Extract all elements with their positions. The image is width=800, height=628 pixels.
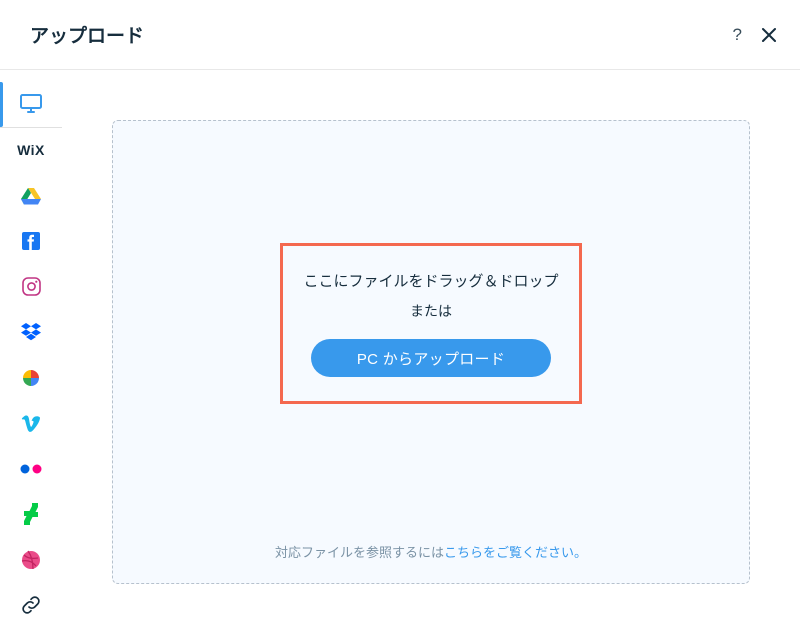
supported-files-link[interactable]: こちらをご覧ください。 — [444, 545, 587, 560]
dropbox-icon — [21, 323, 41, 341]
header-actions: ? — [733, 25, 778, 45]
sidebar-item-facebook[interactable] — [0, 219, 62, 265]
sidebar-item-google-drive[interactable] — [0, 173, 62, 219]
facebook-icon — [22, 232, 40, 250]
sidebar-item-dribbble[interactable] — [0, 537, 62, 583]
sidebar-item-vimeo[interactable] — [0, 401, 62, 447]
page-title: アップロード — [30, 21, 144, 48]
link-icon — [21, 595, 41, 615]
footer-plain-text: 対応ファイルを参照するには — [275, 545, 444, 560]
help-icon[interactable]: ? — [733, 25, 742, 45]
close-icon[interactable] — [760, 26, 778, 44]
dribbble-icon — [21, 550, 41, 570]
upload-from-pc-button[interactable]: PC からアップロード — [311, 339, 551, 377]
sidebar-item-flickr[interactable] — [0, 446, 62, 492]
upload-highlight-box: ここにファイルをドラッグ＆ドロップ または PC からアップロード — [280, 243, 582, 404]
sidebar: WiX — [0, 70, 62, 628]
sidebar-item-wix[interactable]: WiX — [0, 128, 62, 174]
drag-drop-text: ここにファイルをドラッグ＆ドロップ — [303, 270, 558, 291]
vimeo-icon — [21, 414, 41, 432]
drop-zone[interactable]: ここにファイルをドラッグ＆ドロップ または PC からアップロード 対応ファイル… — [112, 120, 750, 584]
instagram-icon — [22, 277, 41, 296]
sidebar-item-computer[interactable] — [0, 82, 62, 128]
google-photos-icon — [21, 368, 41, 388]
footer-text: 対応ファイルを参照するにはこちらをご覧ください。 — [113, 542, 749, 561]
sidebar-item-deviantart[interactable] — [0, 492, 62, 538]
google-drive-icon — [21, 187, 41, 205]
header: アップロード ? — [0, 0, 800, 70]
or-text: または — [410, 301, 452, 321]
body: WiX — [0, 70, 800, 628]
sidebar-item-link[interactable] — [0, 583, 62, 628]
sidebar-item-instagram[interactable] — [0, 264, 62, 310]
sidebar-item-google-photos[interactable] — [0, 355, 62, 401]
sidebar-item-dropbox[interactable] — [0, 310, 62, 356]
wix-icon: WiX — [17, 142, 45, 158]
deviantart-icon — [24, 503, 38, 525]
main-panel: ここにファイルをドラッグ＆ドロップ または PC からアップロード 対応ファイル… — [62, 70, 800, 628]
flickr-icon — [20, 464, 42, 474]
computer-icon — [20, 94, 42, 114]
